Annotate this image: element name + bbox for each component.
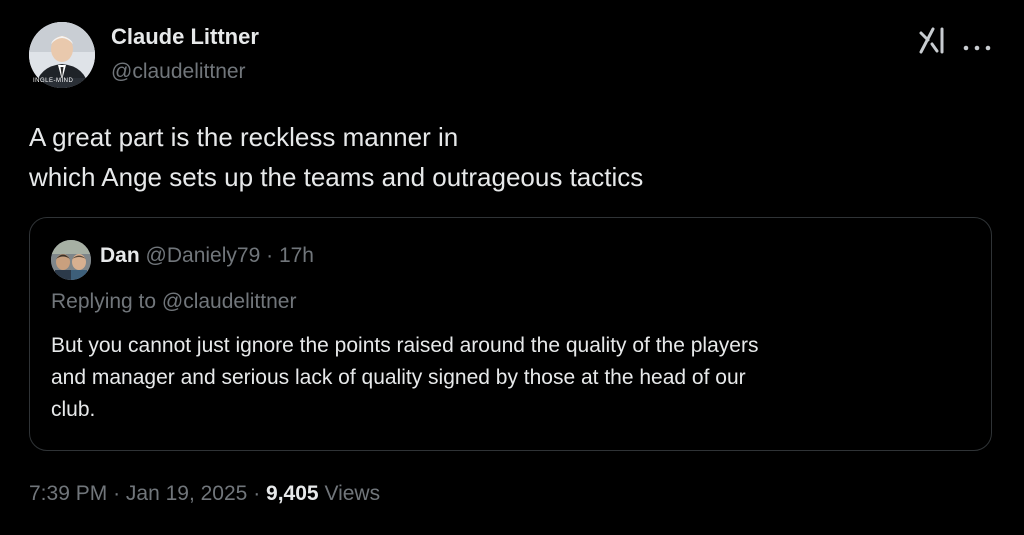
quoted-header: Dan @Daniely79 · 17h [100,244,314,268]
tweet-text: A great part is the reckless manner in w… [29,117,789,197]
author-handle[interactable]: @claudelittner [111,60,246,84]
quoted-text-line: club. [51,398,96,421]
quoted-separator: · [266,244,274,267]
avatar-caption: INGLE-MIND [33,78,74,84]
views-label: Views [324,482,381,505]
quoted-tweet-card[interactable]: Dan @Daniely79 · 17h Replying to @claude… [29,217,992,451]
replying-to: Replying to @claudelittner [51,290,297,313]
tweet-footer: 7:39 PM · Jan 19, 2025 · 9,405 Views [29,482,380,506]
quoted-author-avatar[interactable] [51,240,91,280]
author-name[interactable]: Claude Littner [111,24,259,50]
grok-icon[interactable] [918,26,948,54]
tweet-text-line: which Ange sets up the teams and outrage… [29,162,644,192]
tweet-date[interactable]: Jan 19, 2025 [126,482,247,505]
quoted-text-line: But you cannot just ignore the points ra… [51,334,759,357]
quoted-time[interactable]: 17h [279,244,314,267]
quoted-text: But you cannot just ignore the points ra… [51,330,971,426]
tweet-text-line: A great part is the reckless manner in [29,122,459,152]
more-icon[interactable] [962,38,992,51]
quoted-text-line: and manager and serious lack of quality … [51,366,746,389]
footer-separator: · [113,482,121,505]
tweet-time[interactable]: 7:39 PM [29,482,107,505]
footer-separator: · [253,482,261,505]
quoted-avatar-image [51,240,91,280]
quoted-author-name[interactable]: Dan [100,244,140,267]
quoted-author-handle[interactable]: @Daniely79 [146,244,261,267]
views-count: 9,405 [266,482,319,505]
